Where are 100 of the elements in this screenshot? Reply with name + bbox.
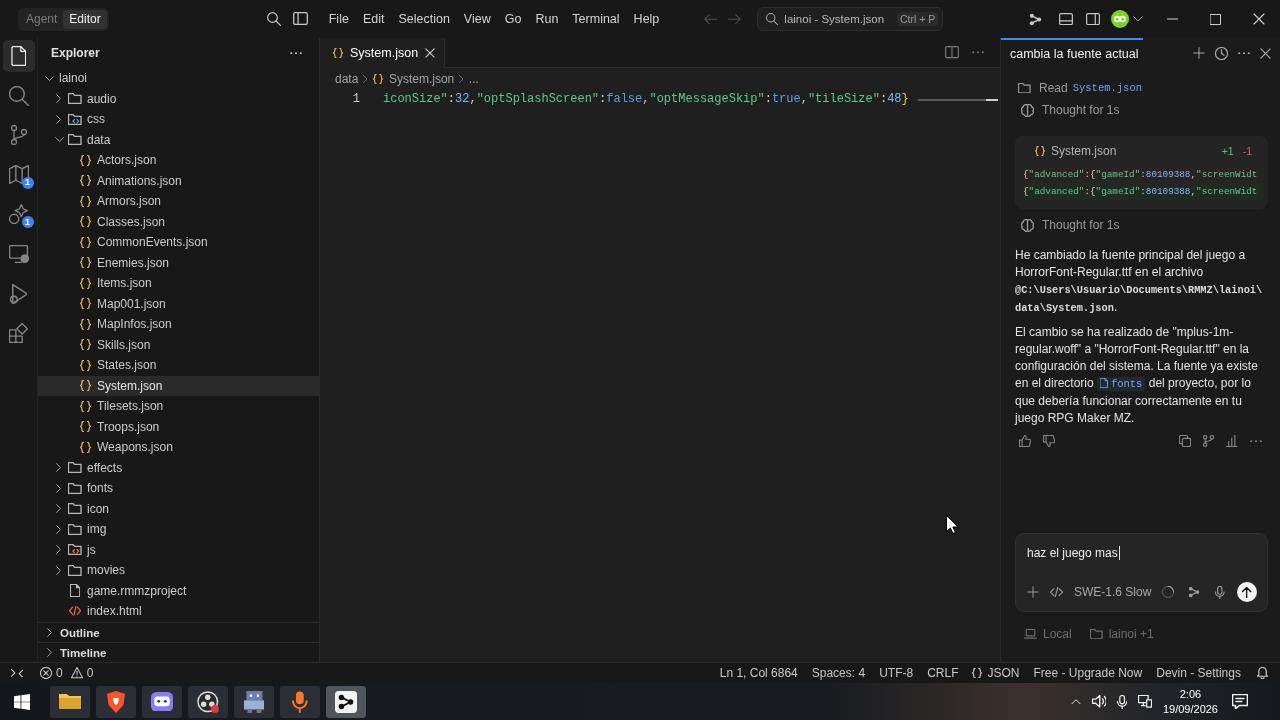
- tree-item[interactable]: img: [38, 519, 319, 540]
- status-item[interactable]: UTF-8: [872, 666, 921, 680]
- tree-item[interactable]: Animations.json: [38, 170, 319, 191]
- activity-item[interactable]: [2, 40, 35, 72]
- tree-item[interactable]: icon: [38, 498, 319, 519]
- send-button[interactable]: [1237, 582, 1257, 602]
- close-icon[interactable]: [1260, 47, 1271, 59]
- tree-item[interactable]: game.rmmzproject: [38, 580, 319, 601]
- tree-item[interactable]: index.html: [38, 601, 319, 622]
- branch-icon[interactable]: [1203, 435, 1215, 447]
- status-item[interactable]: Devin - Settings: [1149, 666, 1248, 680]
- section-header[interactable]: Outline: [38, 622, 319, 642]
- command-center[interactable]: lainoi - System.json Ctrl + P: [757, 7, 944, 31]
- file-name[interactable]: System.json: [1051, 144, 1117, 158]
- tree-item[interactable]: MapInfos.json: [38, 314, 319, 335]
- nodes-icon[interactable]: [1188, 586, 1201, 598]
- tree-item[interactable]: Items.json: [38, 273, 319, 294]
- taskbar-app[interactable]: [280, 685, 320, 718]
- chevron-down-icon[interactable]: [1133, 16, 1143, 22]
- tree-item[interactable]: Map001.json: [38, 293, 319, 314]
- bell-icon[interactable]: [1256, 667, 1268, 679]
- tree-item[interactable]: States.json: [38, 355, 319, 376]
- taskbar-app[interactable]: [188, 685, 228, 718]
- network-icon[interactable]: [1137, 695, 1152, 708]
- plus-icon[interactable]: [1193, 47, 1205, 59]
- status-item[interactable]: Ln 1, Col 6864: [712, 666, 805, 680]
- tree-item[interactable]: System.json: [38, 375, 319, 396]
- thought-toggle[interactable]: Thought for 1s: [1018, 217, 1120, 233]
- thought-toggle[interactable]: Thought for 1s: [1018, 102, 1120, 118]
- tree-item[interactable]: Troops.json: [38, 416, 319, 437]
- tree-item[interactable]: Skills.json: [38, 334, 319, 355]
- taskbar-app[interactable]: [50, 685, 90, 718]
- tree-item[interactable]: Weapons.json: [38, 437, 319, 458]
- tree-item[interactable]: Tilesets.json: [38, 396, 319, 417]
- taskbar-app[interactable]: [96, 685, 136, 718]
- plus-icon[interactable]: [1027, 586, 1039, 598]
- problems-status[interactable]: 0 0: [40, 666, 94, 680]
- microphone-icon[interactable]: [1116, 694, 1127, 709]
- menu-item[interactable]: Selection: [391, 8, 457, 30]
- message-input[interactable]: haz el juego mas: [1027, 543, 1257, 563]
- more-icon[interactable]: [290, 51, 302, 55]
- activity-item[interactable]: 1: [2, 158, 35, 191]
- more-icon[interactable]: [1238, 51, 1250, 55]
- close-icon[interactable]: [425, 48, 436, 58]
- breadcrumb[interactable]: ...: [468, 72, 479, 86]
- split-editor-icon[interactable]: [945, 46, 959, 59]
- tree-item[interactable]: Enemies.json: [38, 252, 319, 273]
- tree-item[interactable]: Classes.json: [38, 211, 319, 232]
- copy-icon[interactable]: [1179, 435, 1192, 447]
- tree-item[interactable]: Armors.json: [38, 191, 319, 212]
- code-icon[interactable]: [1050, 586, 1063, 598]
- tree-item[interactable]: Actors.json: [38, 150, 319, 171]
- taskbar-app[interactable]: [234, 685, 274, 718]
- avatar-icon[interactable]: [1111, 10, 1129, 28]
- menu-item[interactable]: Terminal: [565, 8, 627, 30]
- tree-item[interactable]: data: [38, 129, 319, 150]
- breadcrumb[interactable]: data: [335, 72, 359, 86]
- tree-item[interactable]: lainoi: [38, 68, 319, 89]
- nodes-icon[interactable]: [1029, 12, 1042, 26]
- taskbar-app[interactable]: [326, 685, 366, 718]
- more-icon[interactable]: [972, 51, 984, 54]
- menu-item[interactable]: File: [321, 8, 356, 30]
- notification-icon[interactable]: [1232, 693, 1248, 710]
- mode-tab[interactable]: Agent: [20, 9, 64, 29]
- menu-item[interactable]: Edit: [355, 8, 392, 30]
- status-item[interactable]: Spaces: 4: [804, 666, 873, 680]
- menu-item[interactable]: Run: [528, 8, 566, 30]
- tree-item[interactable]: fonts: [38, 478, 319, 499]
- tree-item[interactable]: effects: [38, 457, 319, 478]
- tree-item[interactable]: movies: [38, 560, 319, 581]
- thumbs-up-icon[interactable]: [1019, 435, 1031, 447]
- maximize-icon[interactable]: [1210, 13, 1221, 25]
- chat-tab[interactable]: cambia la fuente actual: [1001, 38, 1143, 68]
- breadcrumb[interactable]: System.json: [372, 72, 455, 86]
- file-link[interactable]: System.json: [1072, 82, 1142, 94]
- model-selector[interactable]: SWE-1.6 Slow: [1074, 585, 1152, 599]
- bar-chart-icon[interactable]: [1226, 435, 1238, 447]
- activity-item[interactable]: 1: [2, 198, 35, 231]
- status-item[interactable]: Free - Upgrade Now: [1026, 666, 1150, 680]
- remote-icon[interactable]: [11, 668, 23, 678]
- close-icon[interactable]: [1252, 13, 1265, 25]
- menu-item[interactable]: Go: [497, 8, 529, 30]
- history-icon[interactable]: [1215, 46, 1228, 60]
- windows-logo-icon[interactable]: [14, 693, 30, 710]
- speaker-icon[interactable]: [1091, 695, 1106, 708]
- microphone-icon[interactable]: [1215, 585, 1225, 599]
- menu-item[interactable]: Help: [626, 8, 667, 30]
- tree-item[interactable]: CommonEvents.json: [38, 232, 319, 253]
- tree-item[interactable]: audio: [38, 88, 319, 109]
- sidebar-right-icon[interactable]: [1086, 12, 1100, 26]
- file-tab[interactable]: System.json: [320, 38, 446, 68]
- chevron-up-icon[interactable]: [1070, 698, 1081, 705]
- folder-link[interactable]: fonts: [1097, 377, 1146, 391]
- status-item[interactable]: CRLF: [920, 666, 966, 680]
- menu-item[interactable]: View: [456, 8, 498, 30]
- tree-item[interactable]: js: [38, 539, 319, 560]
- status-item[interactable]: JSON: [965, 666, 1027, 680]
- more-icon[interactable]: [1250, 439, 1262, 443]
- sidebar-toggle-icon[interactable]: [292, 12, 308, 26]
- tree-item[interactable]: css: [38, 109, 319, 130]
